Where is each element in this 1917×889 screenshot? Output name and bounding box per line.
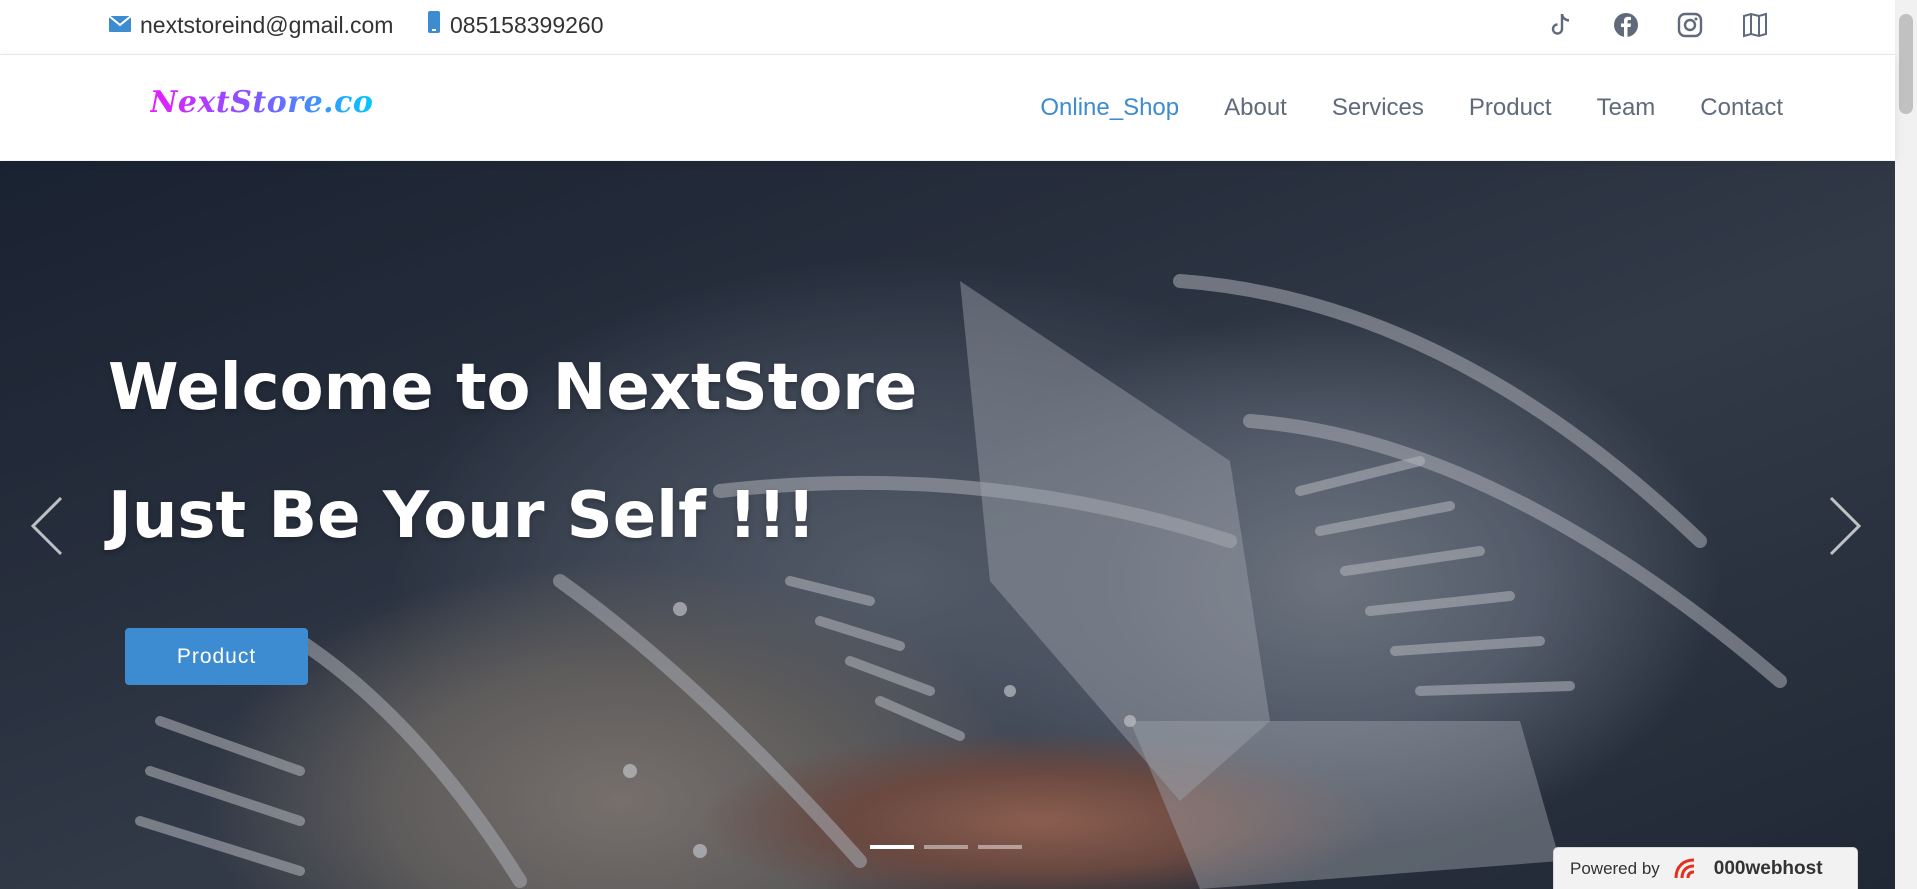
powered-by-text: Powered by xyxy=(1570,859,1660,878)
tiktok-icon[interactable] xyxy=(1546,10,1576,40)
webhost-logo-icon xyxy=(1672,856,1708,882)
main-nav: Online_Shop About Services Product Team … xyxy=(1040,55,1895,160)
site-logo[interactable]: NextStore.co xyxy=(150,85,373,120)
chevron-left-icon xyxy=(30,496,63,556)
nav-team[interactable]: Team xyxy=(1597,94,1656,122)
nav-services[interactable]: Services xyxy=(1332,94,1424,122)
product-cta-button[interactable]: Product xyxy=(125,628,308,685)
hero-carousel: Welcome to NextStore Just Be Your Self !… xyxy=(0,161,1895,889)
phone-icon xyxy=(426,10,450,40)
scrollbar-thumb[interactable] xyxy=(1899,14,1913,114)
email-contact[interactable]: nextstoreind@gmail.com xyxy=(108,0,393,50)
map-icon[interactable] xyxy=(1740,10,1770,40)
host-name: 000webhost xyxy=(1713,858,1823,879)
chevron-right-icon xyxy=(1829,496,1862,556)
instagram-icon[interactable] xyxy=(1675,10,1705,40)
page-scrollbar[interactable] xyxy=(1895,0,1917,889)
envelope-icon xyxy=(108,12,140,39)
email-text: nextstoreind@gmail.com xyxy=(140,11,394,38)
carousel-indicator-1[interactable] xyxy=(870,845,914,849)
nav-about[interactable]: About xyxy=(1224,94,1287,122)
phone-contact[interactable]: 085158399260 xyxy=(426,0,604,50)
carousel-indicator-2[interactable] xyxy=(924,845,968,849)
nav-contact[interactable]: Contact xyxy=(1700,94,1783,122)
carousel-prev-button[interactable] xyxy=(22,491,72,561)
facebook-icon[interactable] xyxy=(1611,10,1641,40)
nav-online-shop[interactable]: Online_Shop xyxy=(1040,94,1179,122)
hosting-badge[interactable]: Powered by 000webhost xyxy=(1553,847,1858,889)
top-bar: nextstoreind@gmail.com 085158399260 xyxy=(0,0,1895,55)
carousel-indicator-3[interactable] xyxy=(978,845,1022,849)
main-header: NextStore.co Online_Shop About Services … xyxy=(0,55,1895,160)
carousel-indicators xyxy=(870,845,1022,849)
carousel-next-button[interactable] xyxy=(1820,491,1870,561)
phone-text: 085158399260 xyxy=(450,11,604,38)
hero-title-line-1: Welcome to NextStore xyxy=(108,351,918,425)
nav-product[interactable]: Product xyxy=(1469,94,1552,122)
hero-title-line-2: Just Be Your Self !!! xyxy=(108,479,816,553)
